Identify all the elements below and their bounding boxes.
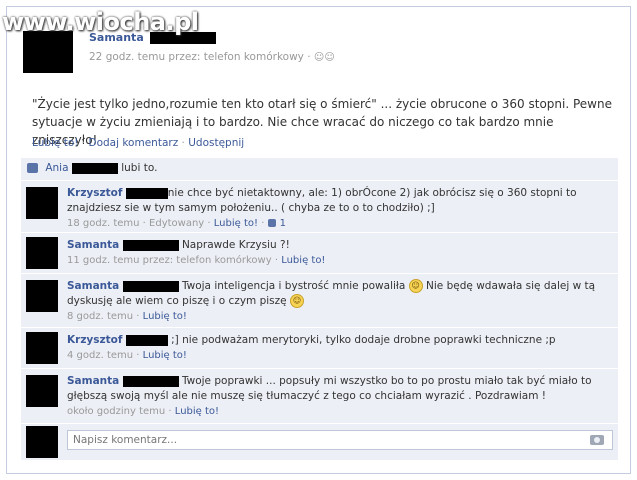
comment-item: Samanta Twoje poprawki ... popsuły mi ws… (21, 368, 618, 424)
liker-name[interactable]: Ania (45, 162, 68, 174)
redacted-surname (125, 334, 168, 346)
comment-like-count[interactable]: 1 (280, 218, 286, 229)
add-comment-link[interactable]: Dodaj komentarz (88, 137, 178, 149)
redacted-surname (71, 162, 118, 174)
comment-author[interactable]: Samanta (67, 239, 119, 251)
likes-suffix: lubi to. (121, 162, 158, 174)
comment-avatar[interactable] (26, 375, 58, 407)
composer-avatar (26, 426, 58, 458)
friends-icon: ☺☺ (313, 52, 335, 63)
comment-text: ;] nie podważam merytoryki, tylko dodaje… (171, 334, 556, 346)
comment-author[interactable]: Krzysztof (67, 187, 122, 199)
redacted-surname (125, 187, 168, 199)
comment-like-link[interactable]: Lubię to! (214, 218, 258, 229)
comment-meta: 4 godz. temu · Lubię to! (67, 350, 187, 361)
smiley-icon: ☺ (289, 294, 304, 308)
comment-input-placeholder: Napisz komentarz... (73, 434, 178, 446)
post-meta-text: 22 godz. temu przez: telefon komórkowy · (89, 51, 314, 63)
thumbs-up-icon (267, 219, 276, 227)
comment-author[interactable]: Krzysztof (67, 334, 122, 346)
comment-body: Samanta Twoja inteligencja i bystrość mn… (67, 279, 607, 324)
comment-body: Samanta Twoje poprawki ... popsuły mi ws… (67, 374, 607, 419)
comment-item: Krzysztof nie chce być nietaktowny, ale:… (21, 180, 618, 233)
comment-time[interactable]: 8 godz. temu (67, 311, 133, 322)
post-avatar[interactable] (23, 31, 73, 73)
comment-like-link[interactable]: Lubię to! (143, 350, 187, 361)
comment-time[interactable]: 11 godz. temu przez: telefon komórkowy (67, 255, 272, 266)
post-card: Samanta 22 godz. temu przez: telefon kom… (6, 6, 631, 474)
comment-item: Samanta Naprawde Krzysiu ?! 11 godz. tem… (21, 232, 618, 274)
redacted-surname (122, 280, 179, 292)
separator: · (81, 137, 86, 149)
comment-avatar[interactable] (26, 187, 58, 219)
camera-icon[interactable] (590, 435, 604, 445)
comment-time[interactable]: 4 godz. temu (67, 350, 133, 361)
comment-meta: około godziny temu · Lubię to! (67, 406, 220, 417)
comment-avatar[interactable] (26, 280, 58, 312)
like-link[interactable]: Lubię to! (32, 137, 78, 149)
thumbs-up-icon (27, 163, 38, 173)
likes-line: Ania lubi to. (27, 162, 157, 174)
watermark-logo: www.wiocha.pl (2, 8, 199, 36)
redacted-surname (122, 239, 179, 251)
post-meta: 22 godz. temu przez: telefon komórkowy ·… (89, 51, 335, 63)
comment-composer: Napisz komentarz... (21, 423, 618, 460)
comment-item: Krzysztof ;] nie podważam merytoryki, ty… (21, 327, 618, 369)
comment-body: Krzysztof ;] nie podważam merytoryki, ty… (67, 333, 607, 363)
comment-avatar[interactable] (26, 332, 58, 364)
comment-avatar[interactable] (26, 237, 58, 269)
comment-like-link[interactable]: Lubię to! (143, 311, 187, 322)
redacted-surname (122, 375, 179, 387)
comment-body: Samanta Naprawde Krzysiu ?! 11 godz. tem… (67, 238, 607, 268)
comment-input[interactable]: Napisz komentarz... (67, 430, 613, 450)
smiley-icon: ☺ (408, 279, 423, 293)
comment-time[interactable]: 18 godz. temu (67, 218, 139, 229)
likes-box: Ania lubi to. (21, 158, 618, 180)
comment-like-link[interactable]: Lubię to! (281, 255, 325, 266)
comment-item: Samanta Twoja inteligencja i bystrość mn… (21, 273, 618, 328)
comment-author[interactable]: Samanta (67, 280, 119, 292)
comment-meta: 8 godz. temu · Lubię to! (67, 311, 187, 322)
share-link[interactable]: Udostępnij (188, 137, 244, 149)
edited-label[interactable]: Edytowany (149, 218, 204, 229)
comment-author[interactable]: Samanta (67, 375, 119, 387)
post-actions: Lubię to! · Dodaj komentarz · Udostępnij (32, 137, 244, 149)
comment-text-part1: Twoja inteligencja i bystrość mnie powal… (181, 280, 406, 292)
comment-meta: 18 godz. temu · Edytowany · Lubię to! · … (67, 218, 286, 229)
separator: · (181, 137, 185, 149)
comment-meta: 11 godz. temu przez: telefon komórkowy ·… (67, 255, 326, 266)
comment-like-link[interactable]: Lubię to! (175, 406, 219, 417)
comment-text: Naprawde Krzysiu ?! (181, 239, 290, 251)
comment-time[interactable]: około godziny temu (67, 406, 165, 417)
comment-body: Krzysztof nie chce być nietaktowny, ale:… (67, 186, 607, 231)
